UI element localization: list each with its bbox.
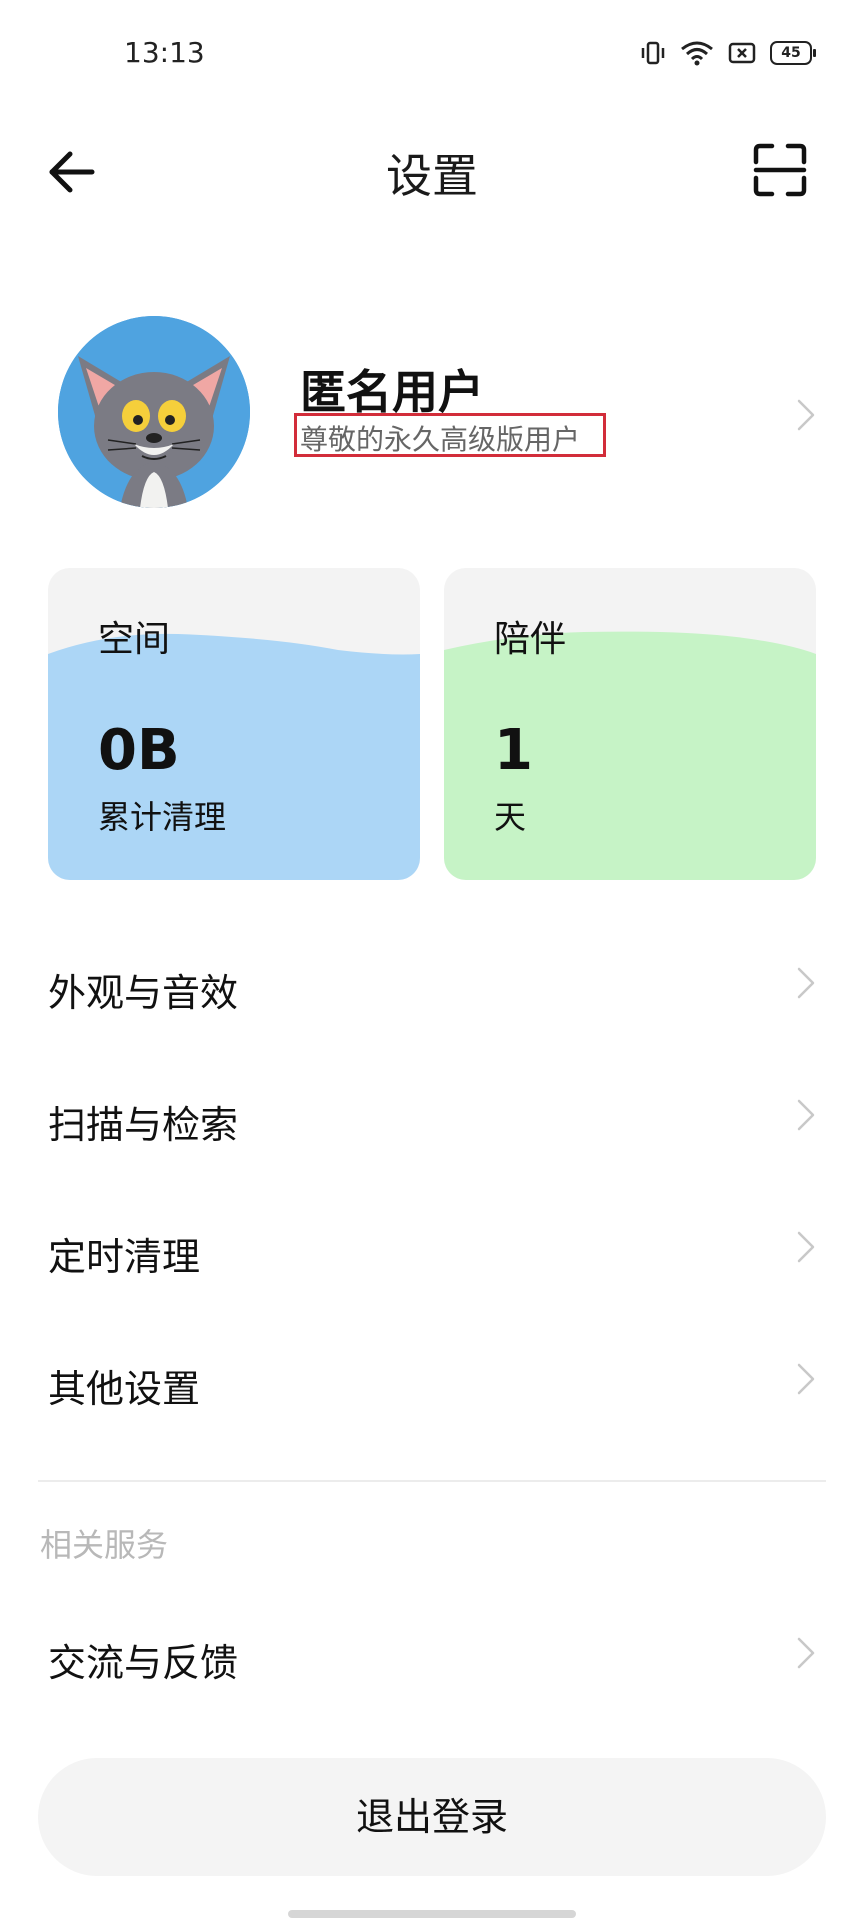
- space-card-value: 0B: [98, 718, 180, 783]
- menu-item-label: 交流与反馈: [48, 1641, 239, 1685]
- companion-card[interactable]: 陪伴 1 天: [444, 568, 816, 880]
- page-title: 设置: [386, 149, 478, 203]
- menu-item-label: 外观与音效: [48, 971, 239, 1015]
- status-bar: 13:13 45: [0, 0, 864, 110]
- header: 设置: [0, 120, 864, 220]
- chevron-right-icon: [797, 1099, 815, 1131]
- menu-item-label: 定时清理: [48, 1235, 201, 1279]
- logout-button[interactable]: 退出登录: [38, 1758, 826, 1876]
- companion-card-value: 1: [494, 718, 533, 783]
- status-icons: 45: [640, 40, 816, 66]
- menu-item-scan-search[interactable]: 扫描与检索: [0, 1060, 864, 1170]
- status-time: 13:13: [124, 36, 205, 69]
- menu-item-appearance-sound[interactable]: 外观与音效: [0, 928, 864, 1038]
- cat-avatar-icon: [58, 316, 250, 508]
- space-card-label: 累计清理: [98, 798, 227, 836]
- menu-item-label: 其他设置: [48, 1367, 201, 1411]
- chevron-right-icon: [797, 1231, 815, 1263]
- menu-item-feedback[interactable]: 交流与反馈: [0, 1598, 864, 1708]
- scan-button[interactable]: [752, 142, 808, 198]
- vibrate-icon: [641, 41, 665, 65]
- chevron-right-icon: [797, 967, 815, 999]
- wifi-icon: [681, 41, 713, 66]
- companion-card-label: 天: [494, 798, 527, 836]
- home-indicator[interactable]: [288, 1910, 576, 1918]
- battery-indicator: 45: [770, 41, 816, 65]
- space-card[interactable]: 空间 0B 累计清理: [48, 568, 420, 880]
- section-title-related-services: 相关服务: [40, 1526, 169, 1564]
- scan-icon: [753, 143, 807, 197]
- sim-blocked-icon: [728, 42, 756, 64]
- divider: [38, 1480, 826, 1482]
- companion-card-title: 陪伴: [494, 619, 567, 660]
- space-card-title: 空间: [98, 619, 171, 660]
- avatar: [58, 316, 250, 508]
- chevron-right-icon: [797, 399, 815, 431]
- highlight-box: [294, 413, 606, 457]
- menu-item-scheduled-clean[interactable]: 定时清理: [0, 1192, 864, 1302]
- profile-row[interactable]: 匿名用户 尊敬的永久高级版用户: [0, 300, 864, 530]
- chevron-right-icon: [797, 1637, 815, 1669]
- chevron-right-icon: [797, 1363, 815, 1395]
- menu-item-other-settings[interactable]: 其他设置: [0, 1324, 864, 1434]
- menu-item-label: 扫描与检索: [48, 1103, 239, 1147]
